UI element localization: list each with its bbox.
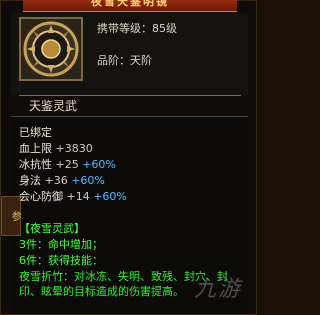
- stat-row-hp: 血上限 +3830: [19, 141, 93, 157]
- stat-percent: +60%: [71, 174, 105, 187]
- item-tooltip: 夜雪天鉴明镜 携带等级：85级 品阶：天阶 天鉴灵武 参 已绑定 血上限 +38…: [0, 0, 257, 315]
- bound-status: 已绑定: [19, 126, 52, 139]
- stat-label: 身法: [19, 174, 41, 187]
- stat-percent: +60%: [93, 190, 127, 203]
- stat-value: +14: [66, 190, 90, 203]
- item-quality: 品阶：天阶: [97, 54, 152, 67]
- item-title-bar: 夜雪天鉴明镜: [23, 0, 237, 12]
- stat-value: +36: [44, 174, 68, 187]
- stat-value: +25: [55, 158, 79, 171]
- set-bonus-3: 3件：命中增加；: [19, 238, 103, 251]
- mirror-icon: [23, 21, 79, 77]
- item-header: 携带等级：85级 品阶：天阶: [11, 13, 248, 95]
- carry-level: 携带等级：85级: [97, 22, 177, 35]
- site-watermark: 九游: [193, 277, 242, 302]
- attributes-panel: 参 已绑定 血上限 +3830 冰抗性 +25 +60% 身法 +36 +60%…: [1, 116, 248, 313]
- stat-label: 冰抗性: [19, 158, 52, 171]
- set-name: 【夜雪灵武】: [19, 222, 85, 235]
- item-title: 夜雪天鉴明镜: [91, 0, 169, 8]
- stat-percent: +60%: [82, 158, 116, 171]
- header-divider: [19, 95, 241, 96]
- stat-row-agility: 身法 +36 +60%: [19, 173, 105, 189]
- stat-label: 会心防御: [19, 190, 63, 203]
- set-bonus-6: 6件：获得技能：: [19, 254, 103, 267]
- stat-label: 血上限: [19, 142, 52, 155]
- item-icon[interactable]: [19, 17, 83, 81]
- stat-value: +3830: [55, 142, 93, 155]
- side-tab[interactable]: 参: [1, 196, 21, 236]
- section-title: 天鉴灵武: [29, 99, 78, 113]
- stat-row-ice-resist: 冰抗性 +25 +60%: [19, 157, 116, 173]
- stat-row-crit-defense: 会心防御 +14 +60%: [19, 189, 127, 205]
